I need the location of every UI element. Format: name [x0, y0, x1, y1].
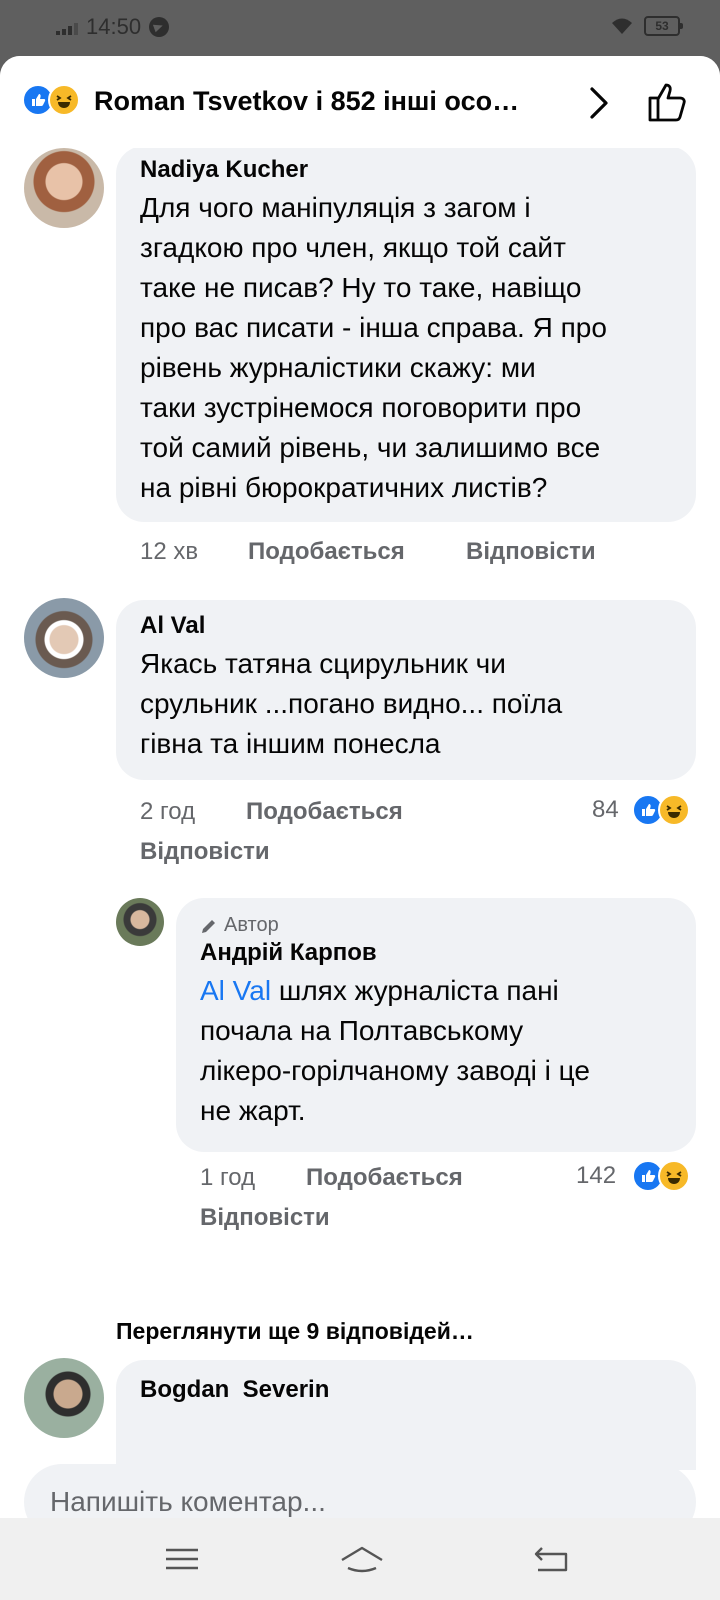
thumbs-up-icon[interactable]: [646, 80, 690, 124]
mention-link[interactable]: Al Val: [200, 975, 271, 1006]
reaction-count[interactable]: 142: [576, 1162, 616, 1190]
avatar[interactable]: [24, 148, 104, 228]
comment-text: Для чого маніпуляція з загом і згадкою п…: [140, 192, 607, 503]
status-bar: 14:50 53: [0, 0, 720, 56]
haha-reaction-icon: [658, 1160, 690, 1192]
avatar[interactable]: [116, 898, 164, 946]
reactions-comments-sheet: Roman Tsvetkov і 852 інші осо… Nadiya Ku…: [0, 56, 720, 1518]
comment-input-bar: [0, 1464, 720, 1518]
like-button[interactable]: Подобається: [246, 798, 403, 826]
reactions-summary[interactable]: [22, 84, 80, 116]
reactions-title[interactable]: Roman Tsvetkov і 852 інші осо…: [94, 86, 519, 117]
comment-text: Якась татяна сцирульник чи срульник ...п…: [140, 648, 563, 759]
signal-icon: [56, 19, 78, 35]
comment-reactions[interactable]: [632, 794, 690, 826]
comments-list[interactable]: Nadiya Kucher Для чого маніпуляція з заг…: [0, 148, 720, 1470]
reaction-count[interactable]: 84: [592, 796, 619, 824]
reply-time: 1 год: [200, 1164, 256, 1191]
back-icon[interactable]: [532, 1542, 572, 1576]
comment-time: 12 хв: [140, 538, 199, 565]
pencil-icon: [202, 919, 215, 933]
reply-button[interactable]: Відповісти: [140, 838, 270, 866]
haha-reaction-icon: [48, 84, 80, 116]
home-icon[interactable]: [338, 1542, 386, 1576]
comment-author[interactable]: Al Val: [140, 612, 672, 640]
comment-bubble[interactable]: Bogdan Severin: [116, 1360, 696, 1470]
system-nav-bar: [0, 1518, 720, 1600]
like-button[interactable]: Подобається: [306, 1164, 463, 1192]
avatar[interactable]: [24, 598, 104, 678]
sheet-header: Roman Tsvetkov і 852 інші осо…: [0, 56, 720, 148]
status-time: 14:50: [86, 14, 142, 39]
avatar[interactable]: [24, 1358, 104, 1438]
reply-text: Al Val шлях журналіста пані почала на По…: [200, 975, 590, 1126]
author-badge: Автор: [200, 914, 672, 937]
comment-bubble[interactable]: Nadiya Kucher Для чого маніпуляція з заг…: [116, 148, 696, 522]
comment-author[interactable]: Bogdan Severin: [140, 1376, 672, 1404]
reply-reactions[interactable]: [632, 1160, 690, 1192]
reply-bubble[interactable]: Автор Андрій Карпов Al Val шлях журналіс…: [176, 898, 696, 1152]
haha-reaction-icon: [658, 794, 690, 826]
reply-author[interactable]: Андрій Карпов: [200, 939, 672, 967]
battery-level: 53: [655, 19, 669, 33]
comment-bubble[interactable]: Al Val Якась татяна сцирульник чи срульн…: [116, 600, 696, 780]
comment-time: 2 год: [140, 798, 196, 825]
wifi-icon: [612, 18, 632, 34]
reply-button[interactable]: Відповісти: [200, 1204, 330, 1232]
view-more-replies-link[interactable]: Переглянути ще 9 відповідей…: [116, 1318, 474, 1345]
battery-icon: 53: [644, 16, 683, 36]
menu-icon[interactable]: [162, 1542, 202, 1576]
comment-author[interactable]: Nadiya Kucher: [140, 156, 672, 184]
chevron-right-icon[interactable]: [584, 86, 614, 120]
reply-button[interactable]: Відповісти: [466, 538, 596, 566]
telegram-icon: [149, 17, 170, 37]
comment-input[interactable]: [24, 1464, 696, 1518]
like-button[interactable]: Подобається: [248, 538, 405, 566]
